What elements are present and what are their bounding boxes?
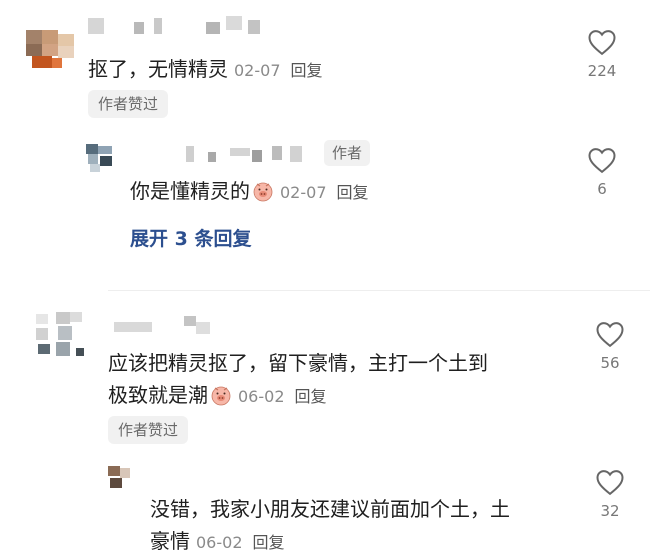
- like-button[interactable]: 56: [580, 320, 640, 372]
- like-count: 6: [597, 180, 607, 198]
- comment-content: 你是懂精灵的: [130, 179, 250, 203]
- like-button[interactable]: 32: [580, 468, 640, 520]
- comment-content: 极致就是潮: [108, 383, 208, 407]
- reply-2: 没错，我家小朋友还建议前面加个土，土 豪情 06-02 回复 32: [0, 460, 650, 560]
- username[interactable]: [88, 16, 278, 38]
- heart-icon: [596, 470, 624, 496]
- reply-button[interactable]: 回复: [337, 183, 369, 202]
- heart-icon: [588, 30, 616, 56]
- reply-1: 作者 你是懂精灵的 02-07 回复 展开 3 条回复 6: [0, 130, 650, 260]
- reply-button[interactable]: 回复: [295, 387, 327, 406]
- comment-text-line-2: 极致就是潮 06-02 回复: [108, 380, 327, 412]
- username[interactable]: [186, 144, 316, 164]
- comment-1: 抠了，无情精灵 02-07 回复 作者赞过 224: [0, 0, 650, 120]
- comment-date: 06-02: [196, 533, 243, 552]
- like-count: 224: [587, 62, 617, 80]
- comment-content: 应该把精灵抠了，留下豪情，主打一个土到: [108, 351, 488, 375]
- comment-text: 你是懂精灵的 02-07 回复: [130, 176, 369, 208]
- comment-date: 02-07: [280, 183, 327, 202]
- comment-2: 应该把精灵抠了，留下豪情，主打一个土到 极致就是潮 06-02 回复 作者赞过 56: [0, 300, 650, 450]
- comment-content: 抠了，无情精灵: [88, 57, 228, 81]
- comment-date: 02-07: [234, 61, 281, 80]
- comment-content: 没错，我家小朋友还建议前面加个土，土: [150, 497, 510, 521]
- pig-face-emoji: [211, 386, 231, 406]
- divider: [108, 290, 650, 291]
- avatar[interactable]: [30, 312, 86, 358]
- reply-button[interactable]: 回复: [253, 533, 285, 552]
- avatar[interactable]: [86, 142, 120, 174]
- username[interactable]: [108, 316, 218, 336]
- avatar[interactable]: [108, 466, 132, 490]
- author-liked-badge: 作者赞过: [108, 416, 189, 444]
- heart-icon: [588, 148, 616, 174]
- like-count: 32: [600, 502, 620, 520]
- avatar[interactable]: [22, 26, 78, 72]
- pig-face-emoji: [253, 182, 273, 202]
- author-tag: 作者: [324, 140, 371, 166]
- comment-date: 06-02: [238, 387, 285, 406]
- comment-text-line-1: 应该把精灵抠了，留下豪情，主打一个土到: [108, 348, 488, 378]
- like-button[interactable]: 6: [572, 146, 632, 198]
- comment-content: 豪情: [150, 529, 190, 553]
- comment-text-line-2: 豪情 06-02 回复: [150, 526, 285, 558]
- like-button[interactable]: 224: [572, 28, 632, 80]
- comment-text-line-1: 没错，我家小朋友还建议前面加个土，土: [150, 494, 510, 524]
- reply-button[interactable]: 回复: [291, 61, 323, 80]
- expand-replies-link[interactable]: 展开 3 条回复: [130, 224, 251, 251]
- comment-text: 抠了，无情精灵 02-07 回复: [88, 54, 323, 86]
- author-liked-badge: 作者赞过: [88, 90, 169, 118]
- heart-icon: [596, 322, 624, 348]
- like-count: 56: [600, 354, 620, 372]
